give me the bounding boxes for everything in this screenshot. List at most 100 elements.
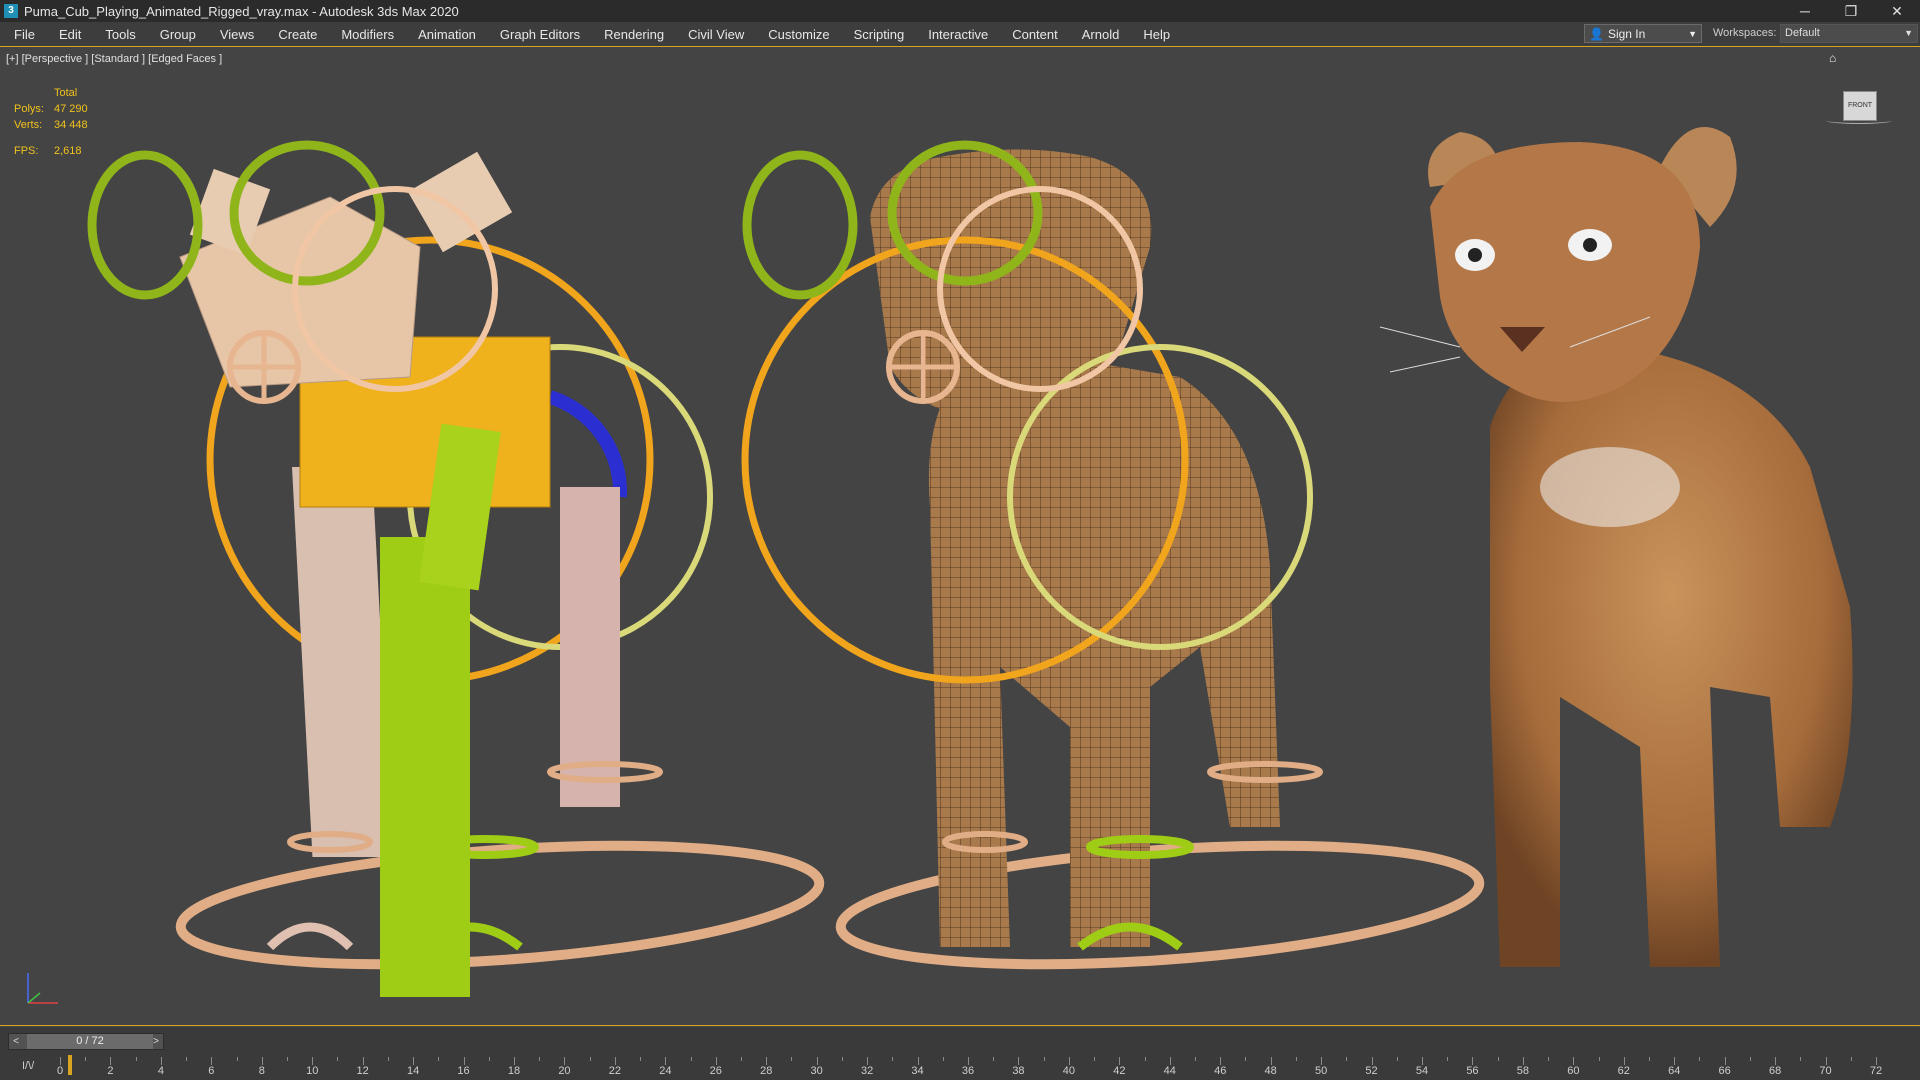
current-frame-marker[interactable] — [68, 1055, 72, 1075]
timeline-tick — [1422, 1057, 1423, 1065]
menu-animation[interactable]: Animation — [406, 27, 488, 42]
menu-scripting[interactable]: Scripting — [842, 27, 917, 42]
timeline-tick-label: 62 — [1617, 1065, 1630, 1077]
timeline-tick — [917, 1057, 919, 1065]
wireframe-mesh-model[interactable] — [741, 140, 1485, 982]
timeline-tick-label: 2 — [107, 1065, 114, 1077]
rig-proxy-model[interactable] — [87, 140, 825, 997]
axis-tripod-icon — [27, 973, 58, 1004]
timeline-tick — [1447, 1057, 1449, 1061]
timeline-tick-label: 34 — [911, 1065, 924, 1077]
restore-button[interactable]: ❐ — [1828, 0, 1874, 22]
timeline-tick-label: 20 — [558, 1065, 571, 1077]
timeline-tick — [1195, 1057, 1196, 1061]
timeline-tick-label: 32 — [860, 1065, 874, 1077]
timeline-tick — [438, 1057, 440, 1061]
time-slider[interactable]: < 0 / 72 > — [8, 1033, 164, 1050]
timeline-tick-label: 24 — [659, 1065, 672, 1077]
timeline-tick-label: 36 — [961, 1065, 975, 1077]
menu-content[interactable]: Content — [1000, 27, 1070, 42]
menu-views[interactable]: Views — [208, 27, 266, 42]
timeline-tick — [1497, 1057, 1499, 1061]
timeline-tick — [1472, 1057, 1474, 1065]
timeline-tick-label: 10 — [306, 1065, 319, 1077]
timeline-tick — [1396, 1057, 1398, 1061]
timeline-tick-label: 18 — [507, 1065, 521, 1077]
sign-in-dropdown[interactable]: 👤 Sign In ▼ — [1584, 24, 1702, 43]
perspective-viewport[interactable]: [+] [Perspective ] [Standard ] [Edged Fa… — [0, 46, 1920, 1026]
timeline-tick — [741, 1057, 742, 1061]
menu-rendering[interactable]: Rendering — [592, 27, 676, 42]
workspace-select[interactable]: Default ▼ — [1780, 24, 1918, 43]
timeline-tick-label: 46 — [1214, 1065, 1227, 1077]
timeline-tick-label: 0 — [56, 1065, 64, 1077]
polys-label: Polys: — [14, 103, 44, 115]
timeline-tick — [60, 1057, 61, 1065]
timeline-tick — [816, 1057, 818, 1065]
menu-arnold[interactable]: Arnold — [1070, 27, 1132, 42]
timeline-tick — [1724, 1057, 1726, 1065]
menu-customize[interactable]: Customize — [756, 27, 841, 42]
menu-edit[interactable]: Edit — [47, 27, 93, 42]
previous-frame-button[interactable]: < — [9, 1034, 23, 1049]
timeline-tick-label: 38 — [1012, 1065, 1025, 1077]
verts-value: 34 448 — [54, 119, 88, 131]
curve-editor-icon[interactable]: I/\/ — [22, 1060, 34, 1072]
timeline-tick — [614, 1057, 616, 1065]
timeline-tick-label: 64 — [1668, 1065, 1681, 1077]
timeline-tick-label: 48 — [1264, 1065, 1277, 1077]
timeline-tick — [1800, 1057, 1802, 1061]
timeline-tick — [766, 1057, 768, 1065]
timeline-tick-label: 66 — [1718, 1065, 1731, 1077]
verts-label: Verts: — [14, 119, 43, 131]
timeline-tick — [1876, 1057, 1877, 1065]
timeline-tick-label: 60 — [1567, 1065, 1580, 1077]
timeline-tick-label: 54 — [1415, 1065, 1429, 1077]
menu-modifiers[interactable]: Modifiers — [329, 27, 406, 42]
timeline-tick — [1825, 1057, 1827, 1065]
viewport-label[interactable]: [+] [Perspective ] [Standard ] [Edged Fa… — [6, 53, 222, 65]
close-button[interactable]: ✕ — [1874, 0, 1920, 22]
timeline-ruler[interactable]: 0 2 4 6 8 10 12 14 16 18 20 22 24 26 28 30 32 34 36 38 40 42 4… — [56, 1057, 1882, 1080]
timeline-tick-label: 52 — [1365, 1065, 1378, 1077]
timeline-tick-label: 14 — [406, 1065, 420, 1077]
timeline-tick — [1043, 1057, 1045, 1061]
timeline-tick — [1573, 1057, 1575, 1065]
chevron-down-icon: ▼ — [1904, 28, 1913, 38]
time-slider-thumb[interactable]: 0 / 72 — [27, 1034, 153, 1049]
scene-statistics: Total Polys: 47 290 Verts: 34 448 FPS: 2,61… — [14, 85, 88, 159]
menu-create[interactable]: Create — [266, 27, 329, 42]
timeline-tick — [85, 1057, 87, 1061]
timeline-tick-label: 28 — [760, 1065, 773, 1077]
timeline-tick — [463, 1057, 465, 1065]
timeline-tick-label: 22 — [608, 1065, 621, 1077]
timeline-tick — [1522, 1057, 1524, 1065]
rendered-puma-model[interactable] — [1379, 127, 1853, 967]
menu-group[interactable]: Group — [148, 27, 208, 42]
timeline-tick — [1321, 1057, 1323, 1065]
chevron-down-icon: ▼ — [1688, 28, 1697, 39]
menu-tools[interactable]: Tools — [93, 27, 147, 42]
timeline-tick — [1371, 1057, 1373, 1065]
timeline-tick-label: 68 — [1768, 1065, 1782, 1077]
timeline-tick — [1220, 1057, 1222, 1065]
timeline-tick — [993, 1057, 995, 1061]
timeline-tick-label: 56 — [1466, 1065, 1479, 1077]
menu-graph-editors[interactable]: Graph Editors — [488, 27, 592, 42]
viewcube-compass[interactable] — [1826, 117, 1892, 124]
timeline-tick-label: 58 — [1516, 1065, 1529, 1077]
stats-header: Total — [54, 87, 78, 99]
timeline-tick-label: 50 — [1314, 1065, 1328, 1077]
menu-civil-view[interactable]: Civil View — [676, 27, 756, 42]
timeline-tick — [1674, 1057, 1676, 1065]
timeline-tick — [211, 1057, 213, 1065]
timeline-tick — [1548, 1057, 1550, 1061]
menu-help[interactable]: Help — [1131, 27, 1182, 42]
menu-file[interactable]: File — [0, 27, 47, 42]
next-frame-button[interactable]: > — [149, 1034, 163, 1049]
home-icon[interactable]: ⌂ — [1829, 51, 1836, 65]
polys-value: 47 290 — [54, 103, 88, 115]
timeline-tick-label: 4 — [157, 1065, 164, 1077]
minimize-button[interactable]: ─ — [1782, 0, 1828, 22]
menu-interactive[interactable]: Interactive — [916, 27, 1000, 42]
